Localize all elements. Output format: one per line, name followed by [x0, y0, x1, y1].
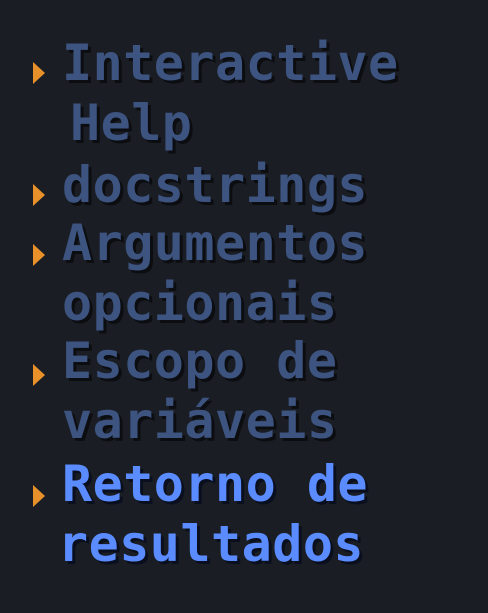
bullet-arrow-icon [33, 62, 45, 84]
menu-item-label: variáveis [62, 392, 338, 450]
menu-item-label: opcionais [62, 274, 338, 332]
topics-menu: Interactive Help docstrings Argumentos o… [0, 0, 488, 613]
menu-item-label: Retorno de [62, 455, 369, 513]
bullet-arrow-icon [33, 364, 45, 386]
bullet-arrow-icon [33, 184, 45, 206]
bullet-arrow-icon [33, 485, 45, 507]
menu-item-label: Escopo de [62, 332, 338, 390]
menu-item-label: docstrings [62, 156, 369, 214]
menu-item-label: Argumentos [62, 214, 369, 272]
menu-item-label: resultados [58, 515, 365, 573]
menu-item-label: Interactive [62, 34, 399, 92]
menu-item-label: Help [70, 94, 193, 152]
bullet-arrow-icon [33, 244, 45, 266]
